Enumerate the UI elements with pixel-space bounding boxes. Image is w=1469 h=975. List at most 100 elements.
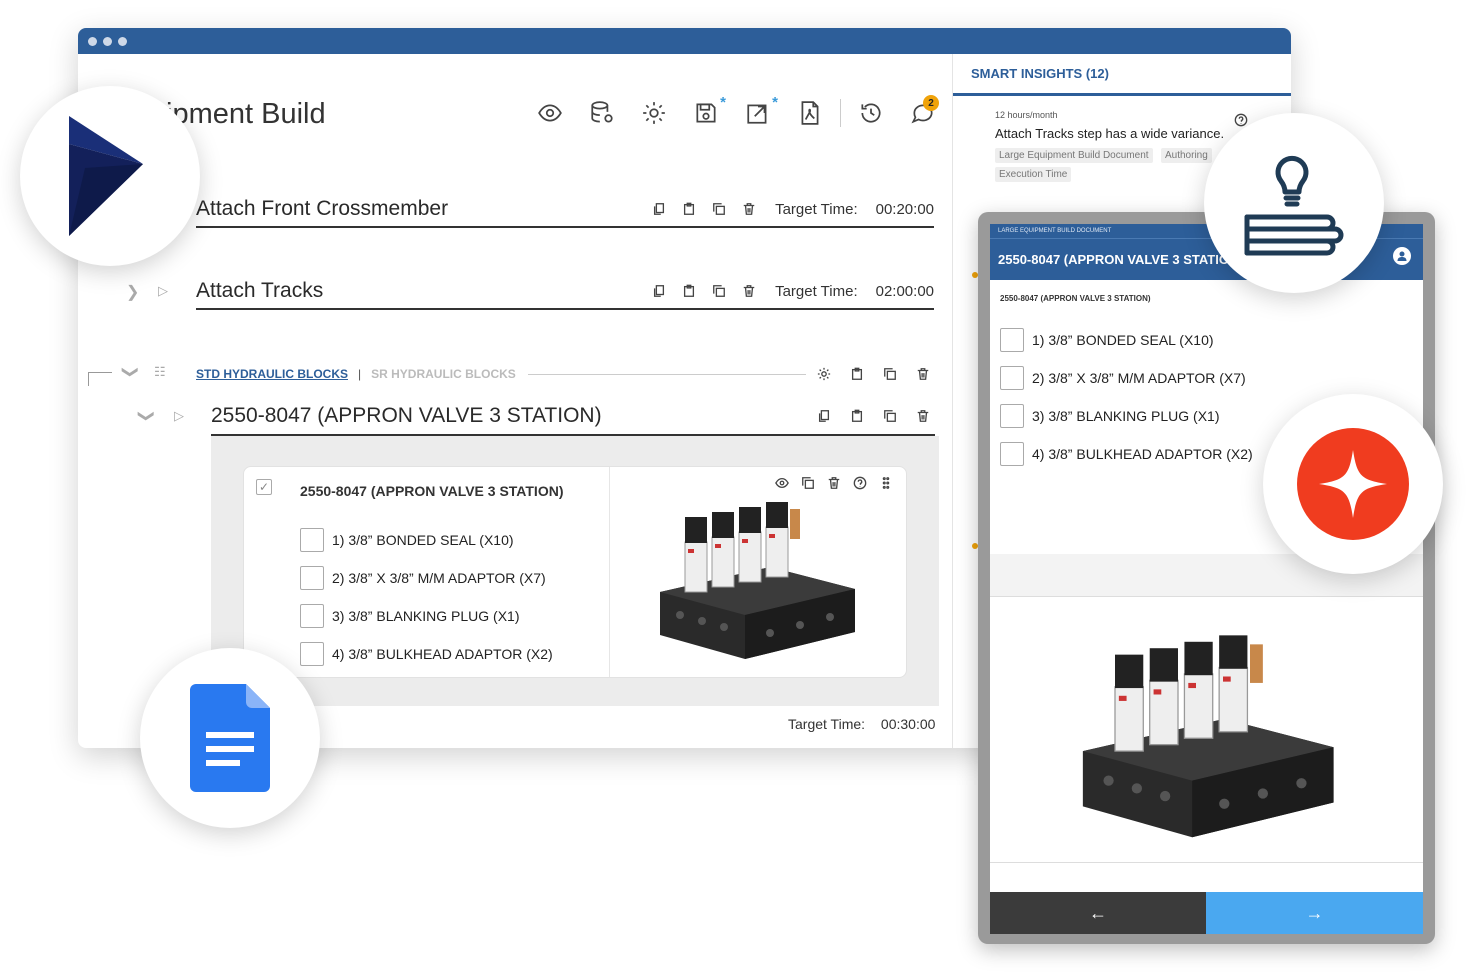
eye-icon (775, 477, 789, 489)
substep-name[interactable]: 2550-8047 (APPRON VALVE 3 STATION) (211, 404, 816, 428)
window-dot[interactable] (103, 36, 112, 46)
tablet-screen: LARGE EQUIPMENT BUILD DOCUMENT 2550-8047… (990, 224, 1423, 934)
item-checkbox[interactable] (300, 604, 324, 628)
publish-button[interactable]: * (732, 94, 784, 128)
checklist-item[interactable]: 4) 3/8” BULKHEAD ADAPTOR (X2) (300, 635, 609, 673)
checklist-item[interactable]: 2) 3/8” X 3/8” M/M ADAPTOR (X7) (300, 559, 609, 597)
smart-insights-heading[interactable]: SMART INSIGHTS (12) (953, 54, 1291, 96)
save-button[interactable]: * (680, 94, 732, 128)
delete-button[interactable] (741, 201, 757, 217)
drag-handle-icon (882, 477, 890, 489)
checklist-item[interactable]: 1) 3/8” BONDED SEAL (X10) (300, 521, 609, 559)
settings-button[interactable] (628, 98, 680, 128)
star-logo-badge (1263, 394, 1443, 574)
checklist-card: ✓ 2550-8047 (APPRON VALVE 3 STATION) 1) … (243, 466, 907, 678)
duplicate-button[interactable] (800, 475, 816, 491)
delete-button[interactable] (826, 475, 842, 491)
tab-std-hydraulic-blocks[interactable]: STD HYDRAULIC BLOCKS (196, 367, 348, 381)
image-section (610, 467, 906, 677)
duplicate-icon (802, 477, 814, 489)
step-row[interactable]: Attach Front Crossmember Target Time: 00… (196, 192, 934, 228)
save-icon (696, 103, 716, 123)
item-label: 2) 3/8” X 3/8” M/M ADAPTOR (X7) (332, 570, 546, 586)
step-row[interactable]: Attach Tracks Target Time: 02:00:00 (196, 274, 934, 310)
item-checkbox[interactable] (300, 642, 324, 666)
delete-button[interactable] (741, 283, 757, 299)
copy-button[interactable] (651, 201, 667, 217)
checklist-title: 2550-8047 (APPRON VALVE 3 STATION) (300, 483, 564, 499)
duplicate-button[interactable] (882, 366, 898, 382)
item-checkbox[interactable] (1000, 404, 1024, 428)
open-external-icon (747, 104, 767, 124)
drag-handle[interactable] (878, 475, 894, 491)
help-button[interactable] (852, 475, 868, 491)
delete-button[interactable] (915, 366, 931, 382)
history-icon (861, 103, 881, 123)
unpublished-indicator: * (772, 94, 778, 111)
item-label: 1) 3/8” BONDED SEAL (X10) (332, 532, 514, 548)
window-dot[interactable] (88, 36, 97, 46)
copy-icon (818, 410, 830, 422)
target-time-value[interactable]: 02:00:00 (876, 283, 934, 300)
tablet-header-title: 2550-8047 (APPRON VALVE 3 STATIO (998, 252, 1229, 267)
insight-tag[interactable]: Execution Time (995, 167, 1072, 182)
checklist-item[interactable]: 1) 3/8” BONDED SEAL (X10) (1000, 321, 1423, 359)
next-step-button[interactable]: → (1206, 892, 1423, 934)
window-titlebar (78, 28, 1291, 54)
substep-row[interactable]: 2550-8047 (APPRON VALVE 3 STATION) (211, 398, 935, 436)
hierarchy-icon: ☷ (154, 364, 166, 379)
item-checkbox[interactable] (1000, 328, 1024, 352)
document-title: ipment Build (166, 98, 326, 130)
duplicate-button[interactable] (711, 283, 727, 299)
trash-icon (828, 477, 840, 489)
paste-button[interactable] (849, 366, 865, 382)
checklist-item[interactable]: 3) 3/8” BLANKING PLUG (X1) (300, 597, 609, 635)
insight-tag[interactable]: Large Equipment Build Document (995, 148, 1153, 163)
chevron-down-icon[interactable]: ❯ (121, 365, 141, 378)
previous-step-button[interactable]: ← (990, 892, 1206, 934)
copy-button[interactable] (816, 408, 832, 424)
toolbar-divider (840, 99, 841, 127)
item-checkbox[interactable] (300, 528, 324, 552)
target-time-value[interactable]: 00:20:00 (876, 201, 934, 218)
insight-description: step has a wide variance. (1073, 126, 1225, 141)
image-toolbar (774, 475, 894, 491)
paste-button[interactable] (681, 283, 697, 299)
item-checkbox[interactable] (300, 566, 324, 590)
item-label: 3) 3/8” BLANKING PLUG (X1) (1032, 408, 1220, 424)
target-time-label: Target Time: (788, 716, 866, 732)
delete-button[interactable] (915, 408, 931, 424)
group-settings-button[interactable] (816, 366, 832, 382)
copy-button[interactable] (651, 283, 667, 299)
gear-icon (643, 102, 665, 124)
checklist-item[interactable]: 2) 3/8” X 3/8” M/M ADAPTOR (X7) (1000, 359, 1423, 397)
data-settings-button[interactable] (576, 98, 628, 128)
item-label: 3) 3/8” BLANKING PLUG (X1) (332, 608, 520, 624)
help-icon (1234, 113, 1248, 127)
chevron-down-icon[interactable]: ❯ (137, 409, 157, 422)
chevron-right-icon[interactable]: ❯ (126, 282, 139, 302)
preview-button[interactable] (524, 98, 576, 128)
item-checkbox[interactable] (1000, 442, 1024, 466)
duplicate-button[interactable] (711, 201, 727, 217)
step-name[interactable]: Attach Tracks (196, 279, 651, 303)
insight-item[interactable]: 12 hours/month Attach Tracks step has a … (995, 110, 1225, 182)
history-button[interactable] (845, 98, 897, 128)
step-name[interactable]: Attach Front Crossmember (196, 197, 651, 221)
target-time-value[interactable]: 00:30:00 (881, 716, 936, 732)
duplicate-button[interactable] (882, 408, 898, 424)
insight-tag[interactable]: Authoring (1160, 148, 1212, 163)
duplicate-icon (884, 410, 896, 422)
preview-button[interactable] (774, 475, 790, 491)
tab-sr-hydraulic-blocks[interactable]: SR HYDRAULIC BLOCKS (371, 367, 516, 381)
copy-icon (654, 285, 665, 297)
user-icon[interactable] (1393, 247, 1411, 265)
clipboard-icon (684, 284, 695, 297)
paste-button[interactable] (849, 408, 865, 424)
window-dot[interactable] (118, 36, 127, 46)
item-checkbox[interactable] (1000, 366, 1024, 390)
paste-button[interactable] (681, 201, 697, 217)
comments-button[interactable]: 2 (897, 95, 949, 128)
export-pdf-button[interactable] (784, 98, 836, 128)
tablet-navigation: ← → (990, 892, 1423, 934)
